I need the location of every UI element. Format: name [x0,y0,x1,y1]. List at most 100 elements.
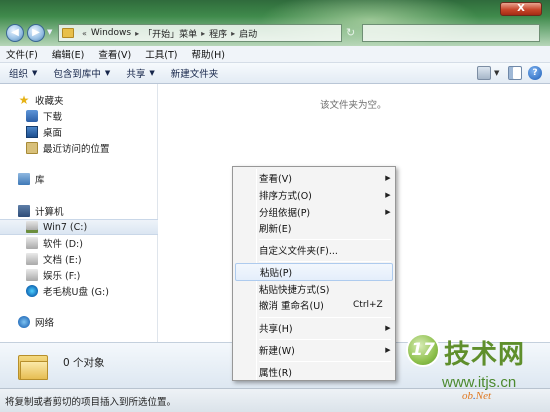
nav-item-downloads[interactable]: 下载 [0,108,158,124]
menu-separator [259,239,391,240]
desktop-icon [26,126,38,138]
nav-drive-label: 老毛桃U盘 (G:) [43,287,109,298]
preview-pane-icon[interactable] [508,66,522,80]
menu-bar: 文件(F) 编辑(E) 查看(V) 工具(T) 帮助(H) [0,46,550,63]
nav-favorites-label: 收藏夹 [35,96,64,107]
menu-separator [259,317,391,318]
shortcut-label: Ctrl+Z [353,300,383,310]
recent-pages-dropdown[interactable]: ▼ [47,29,54,36]
include-in-library-button[interactable]: 包含到库中 ▼ [53,66,110,80]
navigation-pane: ★ 收藏夹 下载 桌面 最近访问的位置 库 计算机 Win7 (C:) 软件 (… [0,84,158,342]
status-text: 将复制或者剪切的项目插入到所选位置。 [5,397,177,408]
share-button[interactable]: 共享 ▼ [126,66,154,80]
change-view-icon[interactable] [477,66,491,80]
ctx-item-sort-by[interactable]: 排序方式(O) ▶ [235,186,393,204]
ctx-item-customize-folder[interactable]: 自定义文件夹(F)... [235,241,393,259]
nav-drive-label: Win7 (C:) [43,221,88,233]
nav-libraries[interactable]: 库 [0,171,158,187]
ctx-item-view[interactable]: 查看(V) ▶ [235,169,393,187]
drive-icon [26,269,38,281]
breadcrumb: « Windows ▸ 「开始」菜单 ▸ 程序 ▸ 启动 [78,27,257,40]
ctx-item-refresh[interactable]: 刷新(E) [235,219,393,237]
submenu-arrow-icon: ▶ [385,208,391,216]
nav-item-recent-places[interactable]: 最近访问的位置 [0,140,158,156]
nav-network[interactable]: 网络 [0,314,158,330]
forward-button[interactable]: ▶ [27,24,45,42]
back-button[interactable]: ◀ [6,24,24,42]
nav-drive-label: 软件 (D:) [43,239,83,250]
breadcrumb-overflow-icon[interactable]: « [82,29,87,38]
nav-item-label: 下载 [43,112,63,123]
breadcrumb-startup[interactable]: 启动 [239,27,257,40]
drive-icon [26,253,38,265]
menu-file[interactable]: 文件(F) [6,47,38,61]
usb-drive-icon [26,285,38,297]
site-watermark: 17 技术网 www.itjs.cn ob.Net [404,330,550,412]
menu-view[interactable]: 查看(V) [98,47,131,61]
watermark-net: ob.Net [462,390,492,402]
ctx-item-new[interactable]: 新建(W) ▶ [235,341,393,359]
close-button[interactable]: X [500,2,542,16]
refresh-icon[interactable]: ↻ [346,27,358,39]
nav-drive-f[interactable]: 娱乐 (F:) [0,267,158,283]
nav-drive-c[interactable]: Win7 (C:) [0,219,158,235]
chevron-down-icon: ▼ [104,69,111,77]
folder-icon [18,352,48,382]
nav-drive-g[interactable]: 老毛桃U盘 (G:) [0,283,158,299]
help-icon[interactable]: ? [528,66,542,80]
library-icon [18,173,30,185]
view-options-dropdown[interactable]: ▼ [494,69,502,77]
breadcrumb-chevron-icon[interactable]: ▸ [231,29,235,38]
search-input[interactable] [362,24,540,42]
submenu-arrow-icon: ▶ [385,174,391,182]
download-folder-icon [26,110,38,122]
breadcrumb-programs[interactable]: 程序 [209,27,227,40]
nav-drive-e[interactable]: 文档 (E:) [0,251,158,267]
drive-icon [26,237,38,249]
nav-favorites[interactable]: ★ 收藏夹 [0,92,158,108]
organize-label: 组织 [9,69,29,80]
ctx-item-paste[interactable]: 粘贴(P) [235,263,393,281]
windows-drive-icon [26,221,38,233]
star-icon: ★ [18,93,30,107]
organize-button[interactable]: 组织 ▼ [9,66,37,80]
ctx-item-share[interactable]: 共享(H) ▶ [235,319,393,337]
context-menu: 查看(V) ▶ 排序方式(O) ▶ 分组依据(P) ▶ 刷新(E) 自定义文件夹… [232,166,396,381]
nav-drive-label: 文档 (E:) [43,255,82,266]
nav-drive-label: 娱乐 (F:) [43,271,81,282]
nav-item-label: 最近访问的位置 [43,144,110,155]
address-bar[interactable]: « Windows ▸ 「开始」菜单 ▸ 程序 ▸ 启动 [58,24,342,42]
recent-places-icon [26,142,38,154]
include-library-label: 包含到库中 [53,69,101,80]
ctx-item-properties[interactable]: 属性(R) [235,363,393,381]
command-bar: 组织 ▼ 包含到库中 ▼ 共享 ▼ 新建文件夹 ▼ ? [0,63,550,84]
empty-folder-message: 该文件夹为空。 [320,100,387,111]
nav-computer-label: 计算机 [35,207,64,218]
computer-icon [18,205,30,217]
breadcrumb-start-menu[interactable]: 「开始」菜单 [143,27,197,40]
menu-help[interactable]: 帮助(H) [191,47,225,61]
ctx-item-undo-rename[interactable]: 撤消 重命名(U) Ctrl+Z [235,296,393,314]
menu-separator [259,339,391,340]
chevron-down-icon: ▼ [149,69,155,77]
new-folder-label: 新建文件夹 [170,69,219,80]
object-count: 0 个对象 [63,357,105,369]
new-folder-button[interactable]: 新建文件夹 [171,66,219,80]
network-icon [18,316,30,328]
breadcrumb-chevron-icon[interactable]: ▸ [201,29,205,38]
nav-item-label: 桌面 [43,128,63,139]
folder-icon [62,28,74,38]
submenu-arrow-icon: ▶ [385,191,391,199]
breadcrumb-windows[interactable]: Windows [91,28,131,38]
watermark-url: www.itjs.cn [442,374,517,391]
menu-tools[interactable]: 工具(T) [145,47,177,61]
nav-computer[interactable]: 计算机 [0,203,158,219]
menu-separator [259,261,391,262]
breadcrumb-chevron-icon[interactable]: ▸ [135,29,139,38]
nav-drive-d[interactable]: 软件 (D:) [0,235,158,251]
nav-item-desktop[interactable]: 桌面 [0,124,158,140]
share-label: 共享 [126,69,146,80]
menu-edit[interactable]: 编辑(E) [52,47,84,61]
submenu-arrow-icon: ▶ [385,346,391,354]
chevron-down-icon: ▼ [32,69,38,77]
